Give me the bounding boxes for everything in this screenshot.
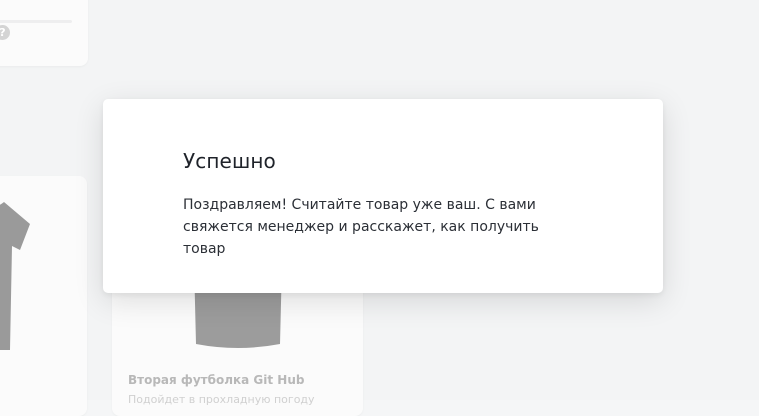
product-name[interactable]: Вторая футболка Git Hub (128, 373, 304, 387)
product-card[interactable]: ке (0, 176, 87, 416)
help-icon[interactable]: ? (0, 25, 10, 40)
success-dialog: Успешно Поздравляем! Считайте товар уже … (103, 99, 663, 293)
tshirt-image (0, 202, 30, 350)
dialog-message: Поздравляем! Считайте товар уже ваш. С в… (183, 197, 539, 257)
background-info-card: к ? (0, 0, 88, 66)
dialog-title: Успешно (183, 149, 276, 173)
progress-track (0, 20, 72, 23)
